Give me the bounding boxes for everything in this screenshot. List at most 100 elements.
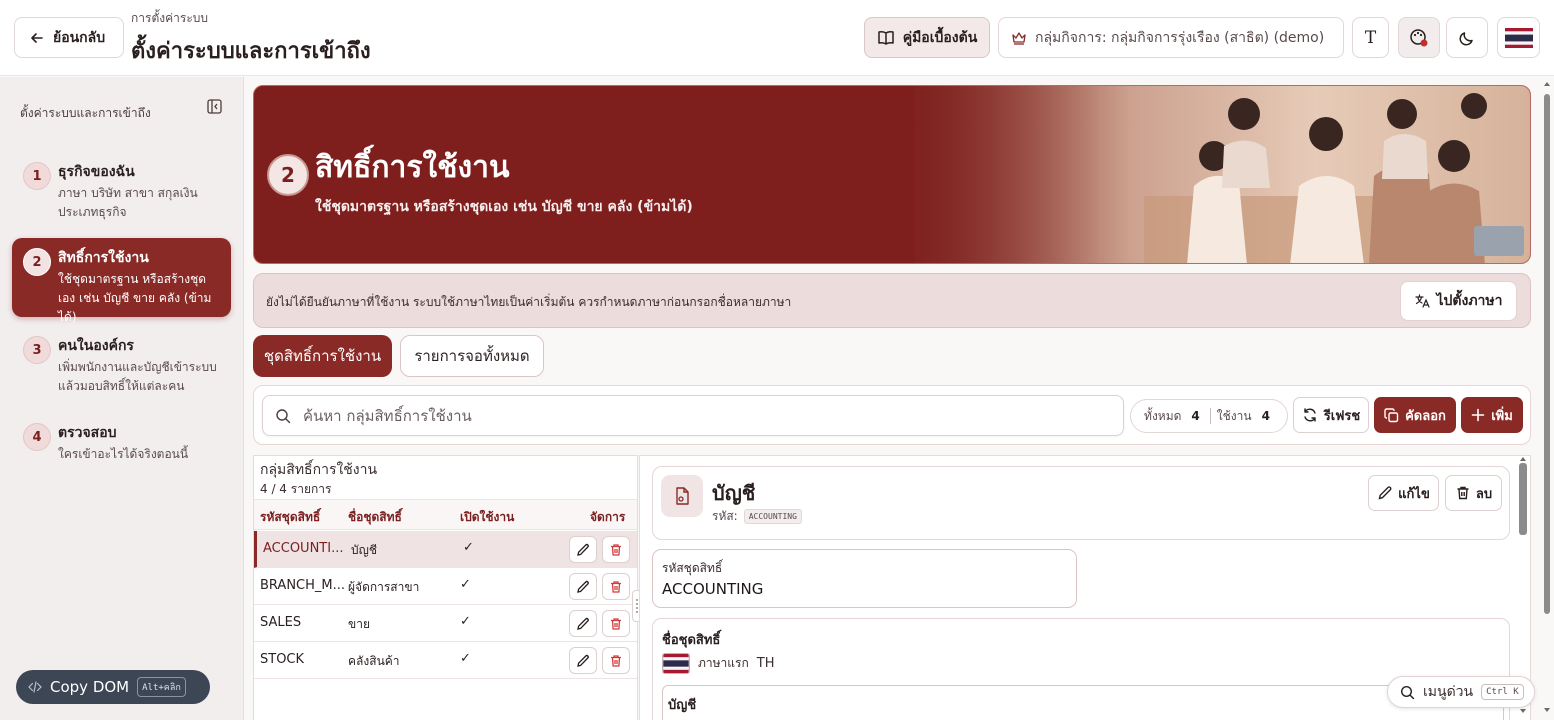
code-chip: ACCOUNTING	[743, 509, 802, 524]
row-enabled-check: ✓	[460, 577, 471, 592]
scroll-up-icon[interactable]	[1543, 80, 1551, 88]
detail-scrollbar[interactable]	[1519, 463, 1527, 535]
row-enabled-check: ✓	[460, 651, 471, 666]
sidebar-step-people[interactable]: 3 คนในองค์กร เพิ่มพนักงานและบัญชีเข้าระบ…	[12, 326, 231, 406]
step-description: เพิ่มพนักงานและบัญชีเข้าระบบ แล้วมอบสิทธ…	[58, 360, 217, 393]
go-language-settings-button[interactable]: ไปตั้งภาษา	[1400, 281, 1517, 321]
copy-button[interactable]: คัดลอก	[1374, 397, 1456, 433]
sidebar-step-business[interactable]: 1 ธุรกิจของฉัน ภาษา บริษัท สาขา สกุลเงิน…	[12, 152, 231, 232]
trash-icon	[611, 654, 621, 667]
column-enabled[interactable]: เปิดใช้งาน	[460, 508, 514, 527]
code-label: รหัส:	[712, 509, 738, 523]
row-code: BRANCH_M...	[260, 578, 344, 593]
search-input[interactable]: ค้นหา กลุ่มสิทธิ์การใช้งาน	[262, 395, 1124, 436]
row-edit-button[interactable]	[569, 573, 597, 600]
notice-text: ยังไม่ได้ยืนยันภาษาที่ใช้งาน ระบบใช้ภาษา…	[266, 295, 792, 309]
tab-permission-sets[interactable]: ชุดสิทธิ์การใช้งาน	[253, 335, 392, 377]
language-flag-button[interactable]	[1497, 17, 1540, 58]
refresh-button[interactable]: รีเฟรช	[1293, 397, 1369, 433]
table-row[interactable]: SALES ขาย ✓	[254, 605, 637, 642]
org-selector[interactable]: กลุ่มกิจการ: กลุ่มกิจการรุ่งเรือง (สาธิต…	[998, 17, 1344, 58]
language-notice: ยังไม่ได้ยืนยันภาษาที่ใช้งาน ระบบใช้ภาษา…	[253, 273, 1531, 328]
panel-scroll-down-icon[interactable]	[1519, 708, 1527, 715]
column-code[interactable]: รหัสชุดสิทธิ์	[260, 508, 320, 527]
edit-label: แก้ไข	[1398, 486, 1430, 502]
column-name[interactable]: ชื่อชุดสิทธิ์	[348, 508, 402, 527]
row-delete-button[interactable]	[602, 573, 630, 600]
count-summary: ทั้งหมด 4 ใช้งาน 4	[1130, 399, 1288, 433]
row-delete-button[interactable]	[602, 536, 630, 563]
row-name: ขาย	[348, 617, 370, 631]
org-label: กลุ่มกิจการ: กลุ่มกิจการรุ่งเรือง (สาธิต…	[1035, 29, 1325, 46]
trash-icon	[611, 617, 621, 630]
column-actions: จัดการ	[590, 510, 626, 524]
divider	[1209, 408, 1211, 424]
step-title: ธุรกิจของฉัน	[58, 164, 135, 180]
go-language-label: ไปตั้งภาษา	[1436, 293, 1503, 309]
page-title: ตั้งค่าระบบและการเข้าถึง	[131, 39, 371, 64]
code-field-value: ACCOUNTING	[662, 580, 764, 598]
row-code: STOCK	[260, 652, 305, 667]
code-field[interactable]: รหัสชุดสิทธิ์ ACCOUNTING	[652, 549, 1077, 608]
step-description: ใครเข้าอะไรได้จริงตอนนี้	[58, 447, 189, 461]
row-delete-button[interactable]	[602, 610, 630, 637]
row-delete-button[interactable]	[602, 647, 630, 674]
add-label: เพิ่ม	[1491, 408, 1513, 424]
table-row[interactable]: ACCOUNTI... บัญชี ✓	[254, 531, 637, 568]
row-edit-button[interactable]	[569, 536, 597, 563]
delete-button[interactable]: ลบ	[1445, 475, 1502, 511]
name-field-group: ชื่อชุดสิทธิ์ ภาษาแรก TH บัญชี	[652, 618, 1510, 720]
dark-mode-button[interactable]	[1446, 17, 1488, 58]
row-edit-button[interactable]	[569, 647, 597, 674]
scroll-down-icon[interactable]	[1543, 706, 1551, 714]
sidebar-step-permissions[interactable]: 2 สิทธิ์การใช้งาน ใช้ชุดมาตรฐาน หรือสร้า…	[12, 238, 231, 324]
hero-banner: 2 สิทธิ์การใช้งาน ใช้ชุดมาตรฐาน หรือสร้า…	[253, 85, 1531, 264]
name-input[interactable]: บัญชี	[662, 685, 1504, 720]
row-enabled-check: ✓	[463, 540, 474, 555]
trash-icon	[611, 543, 621, 556]
back-button[interactable]: ย้อนกลับ	[14, 17, 124, 58]
theme-color-button[interactable]	[1398, 17, 1440, 58]
sidebar-step-audit[interactable]: 4 ตรวจสอบ ใครเข้าอะไรได้จริงตอนนี้	[12, 413, 231, 474]
font-size-icon: T	[1364, 27, 1377, 48]
add-button[interactable]: เพิ่ม	[1461, 397, 1523, 433]
page-scrollbar[interactable]	[1544, 94, 1550, 614]
edit-button[interactable]: แก้ไข	[1368, 475, 1439, 511]
quick-menu-shortcut: Ctrl K	[1481, 684, 1524, 700]
row-edit-button[interactable]	[569, 610, 597, 637]
detail-code-line: รหัส: ACCOUNTING	[712, 507, 802, 526]
row-name: ผู้จัดการสาขา	[348, 580, 420, 594]
guide-label: คู่มือเบื้องต้น	[902, 29, 978, 46]
arrow-left-icon	[31, 32, 43, 43]
pencil-icon	[577, 580, 589, 593]
guide-button[interactable]: คู่มือเบื้องต้น	[864, 17, 990, 58]
refresh-icon	[1304, 408, 1316, 422]
hero-title: สิทธิ์การใช้งาน	[315, 150, 510, 185]
copy-dom-label: Copy DOM	[50, 678, 130, 696]
panel-scroll-up-icon[interactable]	[1519, 455, 1527, 462]
step-title: สิทธิ์การใช้งาน	[58, 250, 149, 266]
back-label: ย้อนกลับ	[53, 29, 106, 46]
list-count: 4 / 4 รายการ	[260, 482, 332, 496]
moon-icon	[1459, 31, 1473, 45]
translate-icon	[1415, 294, 1431, 308]
font-size-button[interactable]: T	[1352, 17, 1389, 58]
copy-label: คัดลอก	[1405, 408, 1446, 424]
refresh-label: รีเฟรช	[1323, 408, 1361, 424]
list-title: กลุ่มสิทธิ์การใช้งาน	[260, 462, 378, 478]
copy-dom-shortcut: Alt+คลิก	[137, 677, 186, 697]
collapse-sidebar-button[interactable]	[207, 99, 222, 114]
sidebar-title: ตั้งค่าระบบและการเข้าถึง	[20, 106, 151, 120]
quick-menu-button[interactable]: เมนูด่วน Ctrl K	[1387, 676, 1535, 708]
tab-all-screens[interactable]: รายการจอทั้งหมด	[400, 335, 544, 377]
hero-subtitle: ใช้ชุดมาตรฐาน หรือสร้างชุดเอง เช่น บัญชี…	[315, 199, 693, 215]
copy-dom-button[interactable]: Copy DOM Alt+คลิก	[16, 670, 210, 704]
pencil-icon	[577, 543, 589, 556]
table-row[interactable]: BRANCH_M... ผู้จัดการสาขา ✓	[254, 568, 637, 605]
step-title: ตรวจสอบ	[58, 425, 117, 441]
copy-icon	[1384, 407, 1399, 422]
panel-collapse-icon	[207, 99, 222, 114]
step-description: ภาษา บริษัท สาขา สกุลเงิน ประเภทธุรกิจ	[58, 186, 198, 219]
table-row[interactable]: STOCK คลังสินค้า ✓	[254, 642, 637, 679]
search-icon	[276, 408, 291, 423]
